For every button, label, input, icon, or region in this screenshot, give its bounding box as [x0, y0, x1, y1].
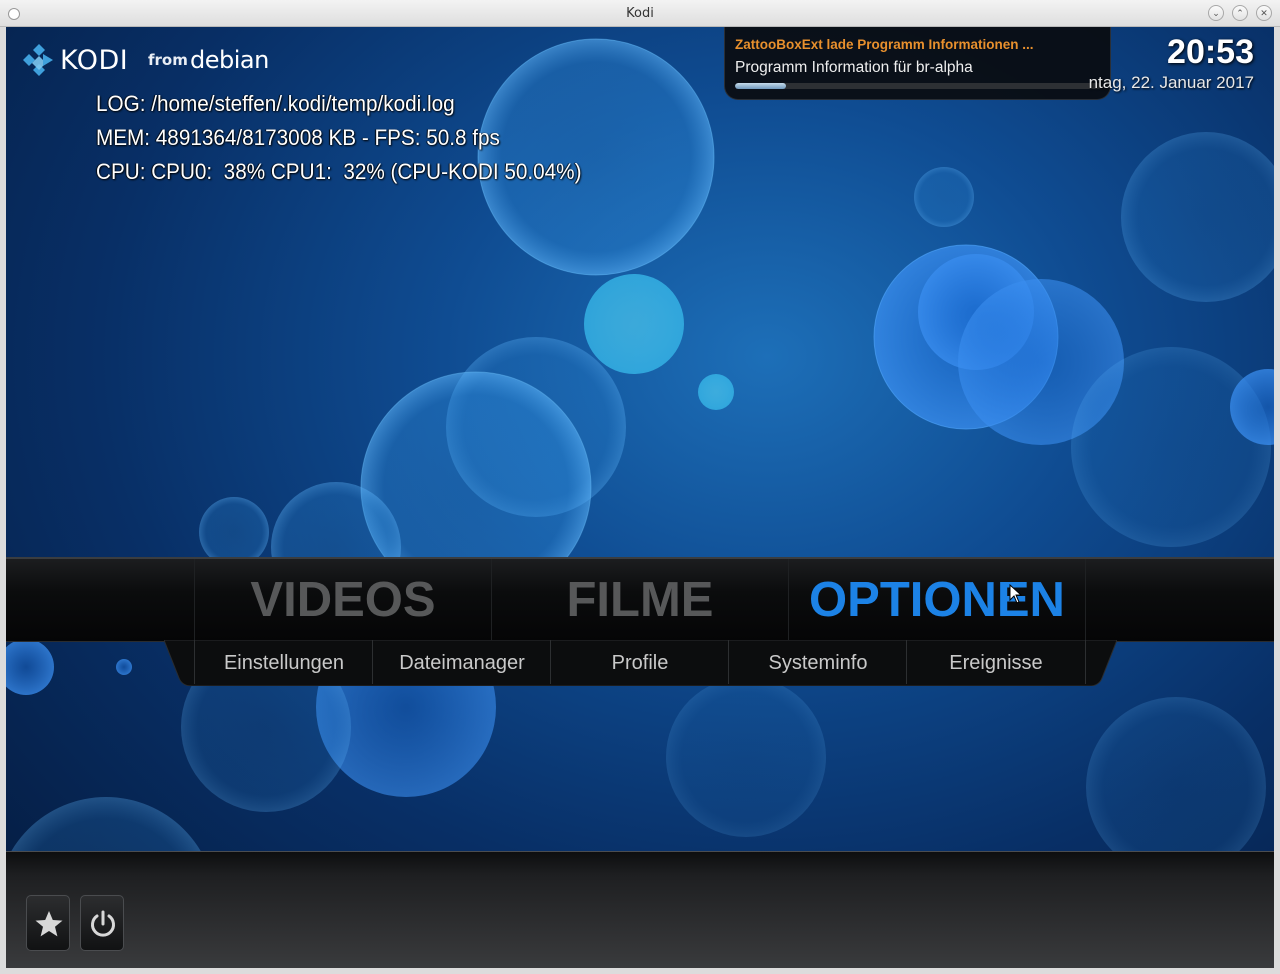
notification-progress-fill	[735, 83, 787, 89]
notification-progress-bar	[735, 83, 1101, 89]
debug-overlay: LOG: /home/steffen/.kodi/temp/kodi.log ME…	[96, 87, 581, 189]
bottom-bar	[6, 851, 1274, 968]
notification-heading: ZattooBoxExt lade Programm Informationen…	[735, 37, 1034, 52]
sub-menu-item-ereignisse[interactable]: Ereignisse	[906, 640, 1086, 684]
kodi-logo-icon	[23, 44, 53, 76]
main-menu-item-videos[interactable]: VIDEOS	[194, 559, 491, 641]
main-menu-item-optionen[interactable]: OPTIONEN	[788, 559, 1086, 641]
mouse-cursor-icon	[1009, 584, 1023, 604]
logo-kodi-text: KODI	[60, 45, 129, 76]
notification-message: Programm Information für br-alpha	[735, 59, 973, 76]
main-menu-item-filme[interactable]: FILME	[491, 559, 788, 641]
sub-menu-item-profile[interactable]: Profile	[550, 640, 729, 684]
minimize-button[interactable]: ⌄	[1208, 5, 1224, 21]
logo-from-text: from	[148, 51, 188, 69]
debug-mem-line: MEM: 4891364/8173008 KB - FPS: 50.8 fps	[96, 125, 500, 150]
window-titlebar: Kodi ⌄ ⌃ ✕	[0, 0, 1280, 27]
power-icon	[91, 910, 115, 937]
sub-menu: Einstellungen Dateimanager Profile Syste…	[164, 640, 1117, 686]
debug-cpu-line: CPU: CPU0: 38% CPU1: 32% (CPU-KODI 50.04…	[96, 159, 582, 184]
clock-time: 20:53	[1167, 33, 1254, 71]
favourites-button[interactable]	[26, 895, 70, 951]
window-title: Kodi	[626, 6, 654, 21]
maximize-button[interactable]: ⌃	[1232, 5, 1248, 21]
power-button[interactable]	[80, 895, 124, 951]
main-menu: VIDEOS FILME OPTIONEN	[6, 557, 1274, 642]
close-button[interactable]: ✕	[1256, 5, 1272, 21]
logo-debian-text: debian	[190, 46, 269, 74]
kodi-home-screen: KODI from debian LOG: /home/steffen/.kod…	[6, 27, 1274, 968]
debug-log-line: LOG: /home/steffen/.kodi/temp/kodi.log	[96, 91, 455, 116]
sub-menu-item-einstellungen[interactable]: Einstellungen	[194, 640, 373, 684]
sub-menu-item-systeminfo[interactable]: Systeminfo	[728, 640, 907, 684]
clock-date: ntag, 22. Januar 2017	[1088, 73, 1254, 92]
star-icon	[35, 911, 63, 937]
notification-toast: ZattooBoxExt lade Programm Informationen…	[724, 27, 1111, 100]
sub-menu-item-dateimanager[interactable]: Dateimanager	[372, 640, 551, 684]
